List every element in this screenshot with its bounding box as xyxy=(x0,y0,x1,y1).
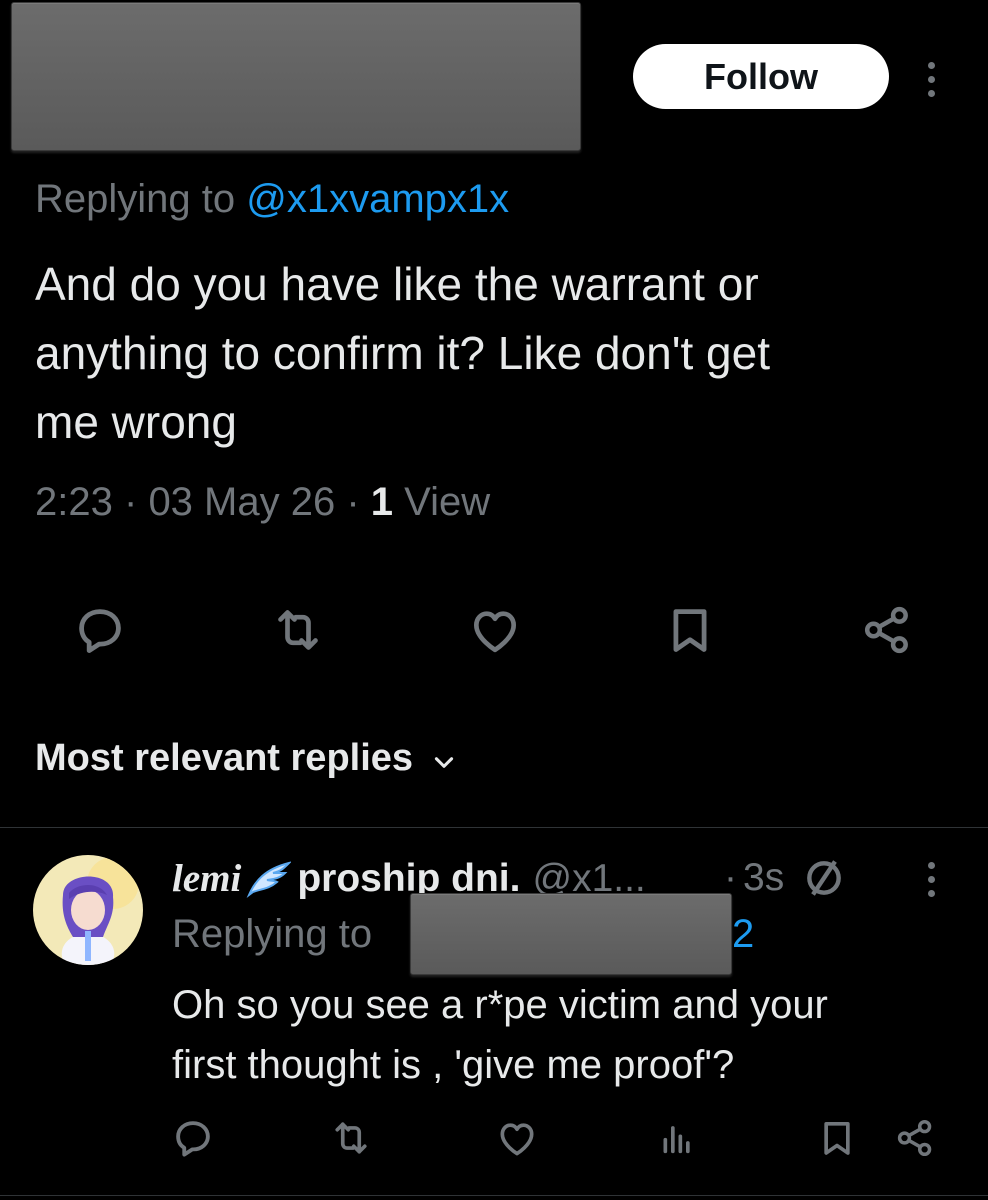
meta-separator: · xyxy=(346,480,360,524)
slashed-circle-icon xyxy=(807,860,842,896)
reply-text-line: first thought is , 'give me proof'? xyxy=(172,1043,735,1087)
like-icon xyxy=(474,611,516,653)
replying-to-handle[interactable]: @x1xvampx1x xyxy=(246,177,509,221)
avatar[interactable] xyxy=(33,855,143,965)
tweet-time[interactable]: 2:23 xyxy=(35,480,113,524)
reply-replying-to: Replying to xyxy=(172,912,372,957)
meta-separator: · xyxy=(123,480,138,524)
reply-replying-to-label: Replying to xyxy=(172,912,373,956)
replying-to: Replying to @x1xvampx1x xyxy=(35,177,509,222)
tweet-text: And do you have like the warrant or anyt… xyxy=(35,250,965,457)
reply-time[interactable]: 3s xyxy=(743,856,784,900)
reply-reply-button[interactable] xyxy=(170,1115,216,1161)
bookmark-icon xyxy=(673,609,707,652)
like-icon xyxy=(500,1123,534,1156)
bookmark-button[interactable] xyxy=(660,600,720,660)
divider xyxy=(0,827,988,828)
chevron-down-icon xyxy=(434,756,454,768)
retweet-icon xyxy=(335,1122,367,1154)
view-count: 1 xyxy=(370,480,394,524)
tweet-text-line: anything to confirm it? Like don't get xyxy=(35,327,770,379)
reply-views-button[interactable] xyxy=(654,1115,700,1161)
reply-icon xyxy=(79,609,121,653)
more-icon[interactable] xyxy=(928,862,935,897)
avatar-image xyxy=(33,855,143,965)
redacted-replying-handle xyxy=(410,893,732,975)
divider xyxy=(0,1195,988,1196)
retweet-button[interactable] xyxy=(268,600,328,660)
like-button[interactable] xyxy=(465,600,525,660)
wing-icon xyxy=(246,860,292,898)
reply-retweet-button[interactable] xyxy=(328,1115,374,1161)
replying-to-label: Replying to xyxy=(35,177,236,221)
bookmark-icon xyxy=(824,1122,850,1155)
share-button[interactable] xyxy=(857,600,917,660)
tweet-text-line: And do you have like the warrant or xyxy=(35,258,759,310)
reply-text-line: Oh so you see a r*pe victim and your xyxy=(172,983,828,1027)
replies-sort-selector[interactable]: Most relevant replies xyxy=(35,737,457,780)
more-icon[interactable] xyxy=(928,62,935,97)
views-icon xyxy=(663,1126,690,1154)
share-icon xyxy=(864,606,908,654)
retweet-icon xyxy=(278,610,318,650)
view-label: View xyxy=(404,480,491,524)
reply-bookmark-button[interactable] xyxy=(814,1115,860,1161)
follow-button[interactable]: Follow xyxy=(633,44,889,109)
reply-button[interactable] xyxy=(70,600,130,660)
reply-icon xyxy=(176,1121,210,1157)
tweet-meta: 2:23 · 03 May 26 · 1 View xyxy=(35,480,490,525)
redacted-author-name xyxy=(11,2,581,151)
reply-share-button[interactable] xyxy=(892,1115,938,1161)
reply-time-block: · 3s xyxy=(724,856,846,900)
reply-text: Oh so you see a r*pe victim and your fir… xyxy=(172,975,972,1095)
reply-display-name[interactable]: lemi xyxy=(172,856,241,901)
tweet-date[interactable]: 03 May 26 xyxy=(148,480,335,524)
replies-sort-label: Most relevant replies xyxy=(35,737,414,779)
tweet-text-line: me wrong xyxy=(35,396,237,448)
reply-like-button[interactable] xyxy=(494,1115,540,1161)
reply-replying-to-handle[interactable]: 2 xyxy=(732,912,754,957)
share-icon xyxy=(897,1119,932,1157)
